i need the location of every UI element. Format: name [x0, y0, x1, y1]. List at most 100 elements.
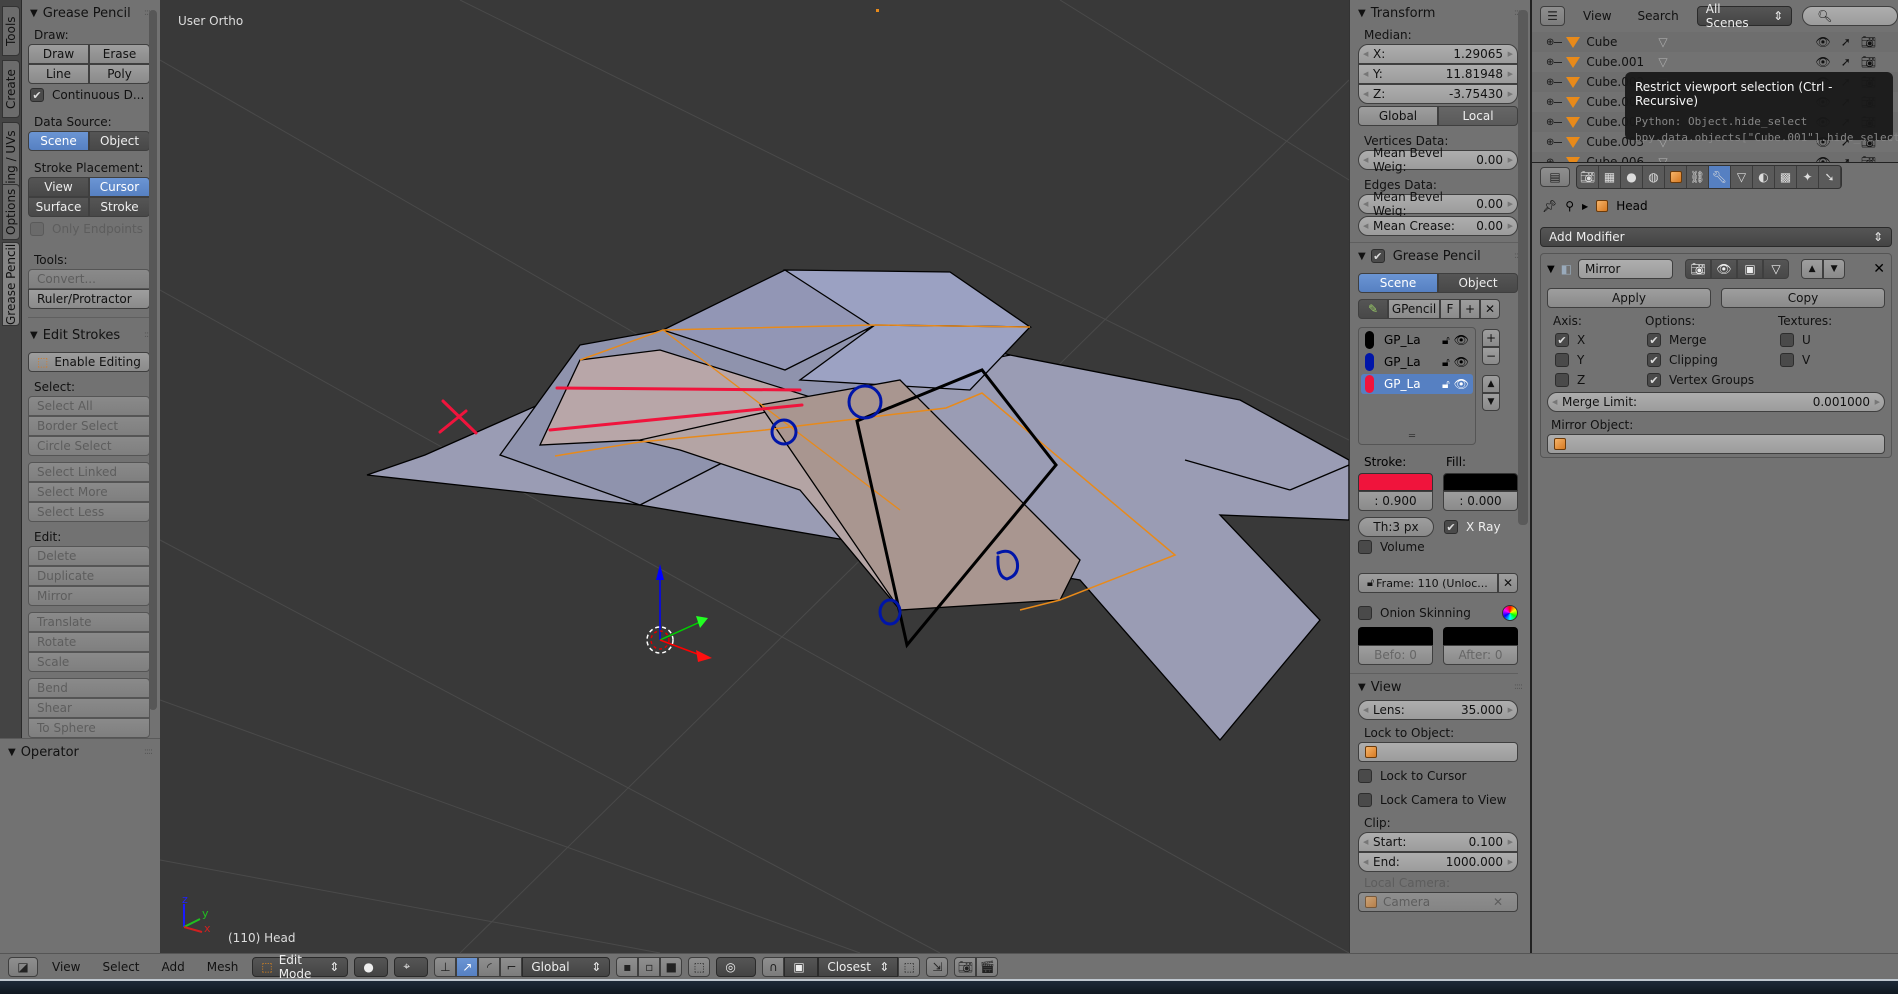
erase-button[interactable]: Erase [89, 44, 150, 64]
outliner-view-menu[interactable]: View [1575, 9, 1619, 23]
vertex-select-mode-icon[interactable]: ▪ [616, 956, 639, 977]
mirror-axis-checkbox[interactable]: ✔ X [1547, 330, 1639, 350]
gp-scene-button[interactable]: Scene [1358, 273, 1438, 293]
mirror-option-checkbox[interactable]: ✔ Vertex Groups [1639, 370, 1772, 390]
snap-options-icon[interactable]: ⬚ [898, 956, 921, 977]
add-modifier-dropdown[interactable]: Add Modifier ⇕ [1540, 227, 1892, 247]
scene-tab-icon[interactable]: ● [1621, 166, 1643, 188]
renderability-camera-icon[interactable]: 📷︎ [1861, 35, 1876, 49]
show-viewport-eye-icon[interactable]: 👁︎ [1711, 259, 1738, 279]
lock-camera-to-view-checkbox[interactable]: Lock Camera to View [1350, 790, 1530, 810]
fill-opacity-field[interactable]: : 0.000 [1443, 491, 1518, 511]
local-camera-field[interactable]: Camera ✕ [1358, 892, 1518, 912]
show-on-cage-icon[interactable]: ▽ [1763, 259, 1790, 279]
render-opengl-image-icon[interactable]: 📷︎ [954, 956, 977, 977]
unlink-gpencil-icon[interactable]: ✕ [1480, 299, 1500, 319]
object-tab-icon[interactable] [1665, 166, 1687, 188]
menu-mesh[interactable]: Mesh [199, 960, 247, 974]
layer-lock-icon[interactable]: 🔓︎ [1442, 355, 1450, 370]
xray-checkbox[interactable]: ✔ X Ray [1444, 517, 1518, 537]
tab-grease-pencil[interactable]: Grease Pencil [2, 242, 20, 326]
drag-grip-icon[interactable]: :::: [144, 747, 153, 757]
pivot-point-select[interactable]: ⌖ [394, 956, 429, 977]
to-sphere-button[interactable]: To Sphere [28, 718, 150, 738]
panel-header-transform[interactable]: ▼Transform:::: [1350, 0, 1530, 26]
scale-button[interactable]: Scale [28, 652, 150, 672]
object-name[interactable]: Cube [1586, 35, 1648, 49]
layer-lock-icon[interactable]: 🔓︎ [1442, 377, 1450, 392]
apply-button[interactable]: Apply [1547, 288, 1711, 308]
median-y-field[interactable]: ◀ Y: 11.81948 ▶ [1358, 64, 1518, 84]
list-resize-grip[interactable]: ═ [1409, 431, 1415, 442]
placement-stroke-button[interactable]: Stroke [89, 197, 150, 217]
thickness-field[interactable]: Th:3 px [1358, 517, 1434, 537]
panel-header-grease-pencil-data[interactable]: ▼✔Grease Pencil:::: [1350, 243, 1530, 269]
continuous-drawing-checkbox[interactable]: ✔ Continuous D... [22, 85, 160, 105]
select-all-button[interactable]: Select All [28, 396, 150, 416]
clear-camera-icon[interactable]: ✕ [1493, 895, 1503, 909]
move-layer-up-icon[interactable]: ▲ [1482, 375, 1500, 393]
modifiers-wrench-tab-icon[interactable]: 🔧︎ [1709, 166, 1731, 188]
drag-grip-icon[interactable]: :::: [1514, 682, 1523, 692]
mirror-texture-checkbox[interactable]: U [1772, 330, 1885, 350]
world-tab-icon[interactable]: ◍ [1643, 166, 1665, 188]
render-opengl-animation-icon[interactable]: 🎬︎ [976, 956, 999, 977]
onion-skinning-checkbox[interactable]: Onion Skinning [1350, 603, 1530, 623]
selectability-cursor-icon[interactable]: ➚ [1841, 35, 1851, 49]
gpencil-name-field[interactable]: GPencil [1388, 299, 1440, 319]
menu-add[interactable]: Add [154, 960, 193, 974]
material-tab-icon[interactable]: ◐ [1753, 166, 1775, 188]
layer-visibility-eye-icon[interactable]: 👁︎ [1454, 355, 1469, 369]
show-render-icon[interactable]: 📷︎ [1685, 259, 1712, 279]
enable-editing-button[interactable]: ⬚ Enable Editing [28, 352, 150, 372]
expand-icon[interactable]: ⊕ [1546, 77, 1554, 88]
onion-before-color[interactable] [1358, 627, 1433, 645]
tab-tools[interactable]: Tools [2, 6, 20, 56]
layer-color-swatch[interactable] [1365, 375, 1374, 393]
3d-viewport[interactable]: z y x User Ortho (110) Head [160, 0, 1349, 953]
menu-select[interactable]: Select [94, 960, 147, 974]
render-layers-tab-icon[interactable]: ▦ [1599, 166, 1621, 188]
tab-options[interactable]: Options [2, 184, 20, 240]
collapse-modifier-icon[interactable]: ▼ [1547, 264, 1555, 275]
copy-button[interactable]: Copy [1721, 288, 1885, 308]
add-layer-icon[interactable]: + [1482, 329, 1500, 347]
mean-crease-field[interactable]: ◀ Mean Crease: 0.00 ▶ [1358, 216, 1518, 236]
transform-orientation-select[interactable]: Global ⇕ [522, 956, 611, 977]
show-editmode-icon[interactable]: ▣ [1737, 259, 1764, 279]
proportional-editing-select[interactable]: ◎ [716, 956, 757, 977]
snap-element-select[interactable]: ▣ [784, 956, 819, 977]
layer-row[interactable]: GP_La 🔓︎ 👁︎ [1361, 330, 1473, 350]
stroke-opacity-field[interactable]: : 0.900 [1358, 491, 1433, 511]
move-modifier-up-icon[interactable]: ▲ [1801, 259, 1824, 279]
panel-header-view[interactable]: ▼ View:::: [1350, 674, 1530, 700]
mirror-button[interactable]: Mirror [28, 586, 150, 606]
physics-tab-icon[interactable]: ➘ [1819, 166, 1841, 188]
lock-object-field[interactable] [1358, 742, 1518, 762]
shear-button[interactable]: Shear [28, 698, 150, 718]
panel-header-grease-pencil[interactable]: ▼ Grease Pencil:::: [22, 0, 160, 26]
only-endpoints-checkbox[interactable]: Only Endpoints [22, 219, 160, 239]
merge-limit-field[interactable]: ◀ Merge Limit: 0.001000 ▶ [1547, 392, 1885, 412]
outliner-search-input[interactable]: 🔍︎ [1802, 6, 1898, 26]
color-wheel-icon[interactable] [1502, 605, 1518, 621]
expand-icon[interactable]: ⊕ [1546, 97, 1554, 108]
scale-manipulator-icon[interactable]: ⌐ [500, 956, 523, 977]
layer-visibility-eye-icon[interactable]: 👁︎ [1454, 377, 1469, 391]
clip-start-field[interactable]: ◀ Start: 0.100 ▶ [1358, 832, 1518, 852]
layer-row[interactable]: GP_La 🔓︎ 👁︎ [1361, 374, 1473, 394]
placement-view-button[interactable]: View [28, 177, 89, 197]
particles-tab-icon[interactable]: ✦ [1797, 166, 1819, 188]
pin-icon[interactable]: 📌︎ [1542, 199, 1557, 213]
layer-color-swatch[interactable] [1365, 331, 1374, 349]
median-x-field[interactable]: ◀ X: 1.29065 ▶ [1358, 44, 1518, 64]
grease-pencil-enable-checkbox[interactable]: ✔ [1370, 249, 1385, 263]
select-linked-button[interactable]: Select Linked [28, 462, 150, 482]
visibility-eye-icon[interactable]: 👁︎ [1815, 55, 1830, 69]
placement-cursor-button[interactable]: Cursor [89, 177, 150, 197]
bend-button[interactable]: Bend [28, 678, 150, 698]
ruler-protractor-button[interactable]: Ruler/Protractor [28, 289, 150, 309]
layer-color-swatch[interactable] [1365, 353, 1374, 371]
data-source-object-button[interactable]: Object [89, 131, 150, 151]
texture-tab-icon[interactable]: ▩ [1775, 166, 1797, 188]
